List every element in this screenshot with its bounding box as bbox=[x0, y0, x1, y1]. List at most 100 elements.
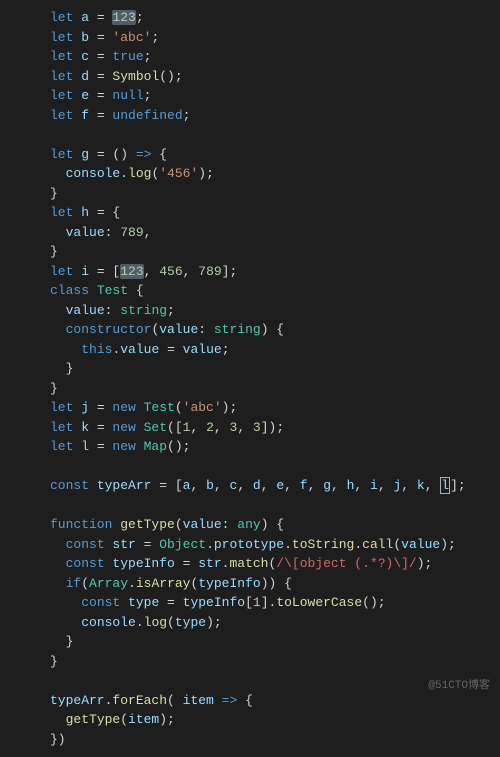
token: [ bbox=[175, 478, 183, 493]
code-line: constructor(value: string) { bbox=[50, 320, 500, 340]
token: , bbox=[214, 420, 230, 435]
token: 1 bbox=[253, 595, 261, 610]
token: log bbox=[144, 615, 167, 630]
token: . bbox=[284, 537, 292, 552]
token: function bbox=[50, 517, 112, 532]
token bbox=[50, 576, 66, 591]
token bbox=[50, 615, 81, 630]
token: g bbox=[73, 147, 96, 162]
token: b bbox=[206, 478, 214, 493]
code-line: value: string; bbox=[50, 301, 500, 321]
token bbox=[50, 634, 66, 649]
token: item bbox=[128, 712, 159, 727]
token: : bbox=[105, 303, 121, 318]
token: '456' bbox=[159, 166, 198, 181]
token: } bbox=[50, 381, 58, 396]
token: . bbox=[136, 615, 144, 630]
token: : bbox=[198, 322, 214, 337]
token: type bbox=[120, 595, 167, 610]
token: typeInfo bbox=[183, 595, 245, 610]
token: => bbox=[222, 693, 238, 708]
token: ]. bbox=[261, 595, 277, 610]
token: value bbox=[66, 225, 105, 240]
token: str bbox=[105, 537, 144, 552]
token: = bbox=[97, 147, 113, 162]
token: 123 bbox=[120, 264, 143, 279]
token: , bbox=[331, 478, 347, 493]
token: 'abc' bbox=[112, 30, 151, 45]
token: ; bbox=[167, 303, 175, 318]
token: l bbox=[73, 439, 96, 454]
code-line: let b = 'abc'; bbox=[50, 28, 500, 48]
token: ; bbox=[136, 10, 144, 25]
token: ( bbox=[393, 537, 401, 552]
code-line: value: 789, bbox=[50, 223, 500, 243]
watermark-text: @51CTO博客 bbox=[428, 678, 490, 695]
token: b bbox=[73, 30, 96, 45]
token: l bbox=[440, 477, 450, 494]
code-line: let k = new Set([1, 2, 3, 3]); bbox=[50, 418, 500, 438]
code-line: if(Array.isArray(typeInfo)) { bbox=[50, 574, 500, 594]
token: 'abc' bbox=[183, 400, 222, 415]
code-line: } bbox=[50, 652, 500, 672]
token: item bbox=[183, 693, 214, 708]
code-line: let l = new Map(); bbox=[50, 437, 500, 457]
token: Test bbox=[136, 400, 175, 415]
token: value bbox=[183, 517, 222, 532]
token: 789 bbox=[198, 264, 221, 279]
token: g bbox=[323, 478, 331, 493]
token: , bbox=[190, 478, 206, 493]
token: value bbox=[66, 303, 105, 318]
code-line: console.log(type); bbox=[50, 613, 500, 633]
token: ( bbox=[167, 693, 183, 708]
token: , bbox=[237, 420, 253, 435]
code-line: const type = typeInfo[1].toLowerCase(); bbox=[50, 593, 500, 613]
token: log bbox=[128, 166, 151, 181]
code-line bbox=[50, 457, 500, 477]
token: , bbox=[214, 478, 230, 493]
token: let bbox=[50, 147, 73, 162]
code-line: const typeInfo = str.match(/\[object (.*… bbox=[50, 554, 500, 574]
token: ); bbox=[198, 166, 214, 181]
token: { bbox=[237, 693, 253, 708]
token: k bbox=[73, 420, 96, 435]
token: const bbox=[66, 556, 105, 571]
token: let bbox=[50, 264, 73, 279]
token bbox=[50, 225, 66, 240]
token: ; bbox=[183, 108, 191, 123]
code-line: const str = Object.prototype.toString.ca… bbox=[50, 535, 500, 555]
token: let bbox=[50, 439, 73, 454]
token: let bbox=[50, 205, 73, 220]
token: const bbox=[81, 595, 120, 610]
code-editor[interactable]: let a = 123;let b = 'abc';let c = true;l… bbox=[0, 0, 500, 757]
token: a bbox=[73, 10, 96, 25]
token: getType bbox=[66, 712, 121, 727]
token: 2 bbox=[206, 420, 214, 435]
token: let bbox=[50, 420, 73, 435]
token: ; bbox=[222, 342, 230, 357]
token: any bbox=[237, 517, 260, 532]
token: let bbox=[50, 49, 73, 64]
token: call bbox=[362, 537, 393, 552]
token: this bbox=[81, 342, 112, 357]
code-line: getType(item); bbox=[50, 710, 500, 730]
code-line: let h = { bbox=[50, 203, 500, 223]
token: : bbox=[105, 225, 121, 240]
code-line: let i = [123, 456, 789]; bbox=[50, 262, 500, 282]
token: = bbox=[167, 595, 183, 610]
token: = bbox=[159, 342, 182, 357]
token: match bbox=[229, 556, 268, 571]
token: string bbox=[120, 303, 167, 318]
token: (); bbox=[167, 439, 190, 454]
token: , bbox=[284, 478, 300, 493]
token: = bbox=[97, 108, 113, 123]
token: : bbox=[222, 517, 238, 532]
token: ); bbox=[159, 712, 175, 727]
token: )) { bbox=[261, 576, 292, 591]
token: ); bbox=[417, 556, 433, 571]
token: () bbox=[112, 147, 135, 162]
token: 789 bbox=[120, 225, 143, 240]
token: = bbox=[97, 205, 113, 220]
token: f bbox=[300, 478, 308, 493]
token: ); bbox=[440, 537, 456, 552]
